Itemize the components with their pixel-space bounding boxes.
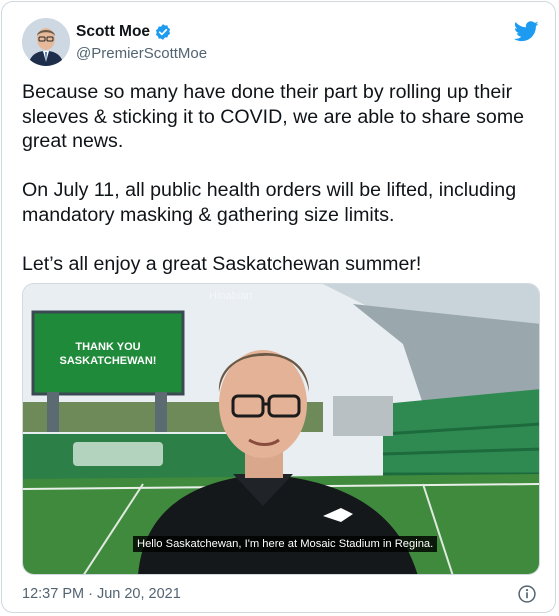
tweet-text: Because so many have done their part by … bbox=[22, 81, 525, 275]
avatar-image bbox=[22, 18, 70, 66]
avatar[interactable] bbox=[22, 18, 70, 66]
tweet-card: Scott Moe @PremierScottMoe Because so ma… bbox=[1, 1, 556, 613]
video-frame: THANK YOU SASKATCHEWAN! bbox=[23, 284, 539, 574]
tweet-timestamp[interactable]: 12:37 PM · Jun 20, 2021 bbox=[22, 586, 181, 602]
tweet-video[interactable]: THANK YOU SASKATCHEWAN! Hinabian Hello S… bbox=[22, 283, 540, 575]
watermark: Hinabian bbox=[209, 290, 253, 302]
scoreboard-text-2: SASKATCHEWAN! bbox=[60, 355, 157, 367]
verified-badge-icon bbox=[156, 24, 171, 40]
author-handle[interactable]: @PremierScottMoe bbox=[76, 45, 207, 62]
video-caption: Hello Saskatchewan, I'm here at Mosaic S… bbox=[133, 536, 438, 552]
scoreboard-text: THANK YOU bbox=[75, 341, 140, 353]
info-icon[interactable] bbox=[517, 584, 537, 604]
author-display-name[interactable]: Scott Moe bbox=[76, 23, 150, 41]
twitter-bird-icon[interactable] bbox=[514, 21, 539, 42]
author-name-row[interactable]: Scott Moe bbox=[76, 23, 172, 41]
